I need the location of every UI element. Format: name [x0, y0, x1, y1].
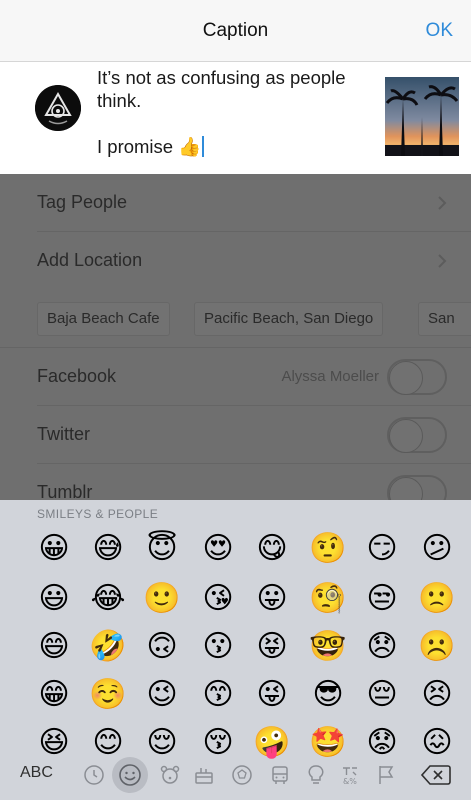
- emoji-key[interactable]: 🙃: [143, 628, 181, 666]
- twitter-toggle[interactable]: [387, 417, 447, 453]
- tumblr-toggle[interactable]: [387, 475, 447, 500]
- animal-icon[interactable]: [158, 763, 182, 787]
- location-chip[interactable]: San: [418, 302, 471, 336]
- emoji-key[interactable]: 😅: [89, 530, 127, 568]
- sunset-photo-icon: [385, 77, 459, 156]
- emoji-key[interactable]: 😇: [143, 530, 181, 568]
- smiley-icon[interactable]: [112, 757, 148, 793]
- emoji-key[interactable]: 😒: [363, 580, 401, 618]
- add-location-label: Add Location: [37, 250, 143, 270]
- emoji-key[interactable]: 😁: [35, 676, 73, 714]
- caption-line-1: It’s not as confusing as people: [97, 67, 346, 88]
- emoji-keyboard: SMILEYS & PEOPLE 😀 😅 😇 😍 😋 🤨 😏 😕 😃 😂 🙂 😘 😛 🧐 😒 🙁 😄 🤣 🙃 😗 😝 🤓 😞…: [0, 500, 471, 800]
- emoji-key[interactable]: 😏: [363, 530, 401, 568]
- emoji-key[interactable]: 🤨: [309, 530, 347, 568]
- emoji-key[interactable]: 😔: [363, 676, 401, 714]
- location-chip[interactable]: Baja Beach Cafe: [37, 302, 170, 336]
- tumblr-row: Tumblr: [0, 464, 471, 500]
- caption-input[interactable]: It’s not as confusing as people think. I…: [97, 66, 372, 158]
- svg-text:&%: &%: [343, 777, 357, 786]
- emoji-key[interactable]: 😙: [199, 676, 237, 714]
- facebook-toggle[interactable]: [387, 359, 447, 395]
- flag-icon[interactable]: [374, 763, 398, 787]
- symbols-icon[interactable]: &%: [338, 763, 362, 787]
- emoji-key[interactable]: 😎: [309, 676, 347, 714]
- facebook-row: Facebook Alyssa Moeller: [0, 348, 471, 406]
- emoji-key[interactable]: 🙂: [143, 580, 181, 618]
- emoji-key[interactable]: 😣: [418, 676, 456, 714]
- avatar: [35, 85, 81, 131]
- food-icon[interactable]: [192, 763, 216, 787]
- emoji-key[interactable]: 🧐: [309, 580, 347, 618]
- caption-line-3: I promise 👍: [97, 136, 202, 157]
- emoji-key[interactable]: 🤓: [309, 628, 347, 666]
- tumblr-label: Tumblr: [37, 482, 93, 500]
- emoji-key[interactable]: 😃: [35, 580, 73, 618]
- emoji-key[interactable]: 😞: [363, 628, 401, 666]
- emoji-key[interactable]: 🤣: [89, 628, 127, 666]
- post-settings-list: Tag People Add Location Baja Beach Cafe …: [0, 174, 471, 500]
- ok-button[interactable]: OK: [426, 20, 453, 42]
- emoji-key[interactable]: 😕: [418, 530, 456, 568]
- add-location-row[interactable]: Add Location: [0, 232, 471, 290]
- clock-icon[interactable]: [82, 763, 106, 787]
- emoji-key[interactable]: 😝: [253, 628, 291, 666]
- nav-bar: Caption OK: [0, 0, 471, 62]
- keyboard-category-bar: ABC &%: [0, 750, 471, 800]
- emoji-key[interactable]: 😉: [143, 676, 181, 714]
- facebook-label: Facebook: [37, 366, 117, 386]
- caption-line-2: think.: [97, 90, 142, 111]
- backspace-icon[interactable]: [420, 764, 451, 786]
- twitter-row: Twitter: [0, 406, 471, 464]
- twitter-label: Twitter: [37, 424, 91, 444]
- emoji-key[interactable]: 😄: [35, 628, 73, 666]
- caption-area: It’s not as confusing as people think. I…: [0, 62, 471, 174]
- avatar-logo-icon: [35, 85, 81, 131]
- chevron-right-icon: [438, 254, 447, 268]
- page-title: Caption: [202, 20, 269, 41]
- emoji-key[interactable]: 😛: [253, 580, 291, 618]
- bulb-icon[interactable]: [304, 763, 328, 787]
- text-cursor: [202, 136, 205, 157]
- tag-people-row[interactable]: Tag People: [0, 174, 471, 232]
- car-icon[interactable]: [268, 763, 292, 787]
- emoji-section-title: SMILEYS & PEOPLE: [37, 507, 159, 521]
- emoji-key[interactable]: ☹️: [418, 628, 456, 666]
- emoji-key[interactable]: 😂: [89, 580, 127, 618]
- abc-button[interactable]: ABC: [20, 764, 53, 782]
- chevron-right-icon: [438, 196, 447, 210]
- photo-thumbnail[interactable]: [385, 77, 459, 156]
- facebook-account: Alyssa Moeller: [281, 368, 379, 385]
- location-suggestions: Baja Beach Cafe Pacific Beach, San Diego…: [0, 290, 471, 348]
- emoji-key[interactable]: 😋: [253, 530, 291, 568]
- emoji-key[interactable]: 😘: [199, 580, 237, 618]
- ball-icon[interactable]: [230, 763, 254, 787]
- tag-people-label: Tag People: [37, 192, 128, 212]
- emoji-key[interactable]: 😜: [253, 676, 291, 714]
- caption-screen: Caption OK It’s not as confusing as peop…: [0, 0, 471, 800]
- emoji-key[interactable]: ☺️: [89, 676, 127, 714]
- location-chip[interactable]: Pacific Beach, San Diego: [194, 302, 384, 336]
- emoji-key[interactable]: 😗: [199, 628, 237, 666]
- emoji-key[interactable]: 😀: [35, 530, 73, 568]
- emoji-key[interactable]: 😍: [199, 530, 237, 568]
- emoji-key[interactable]: 🙁: [418, 580, 456, 618]
